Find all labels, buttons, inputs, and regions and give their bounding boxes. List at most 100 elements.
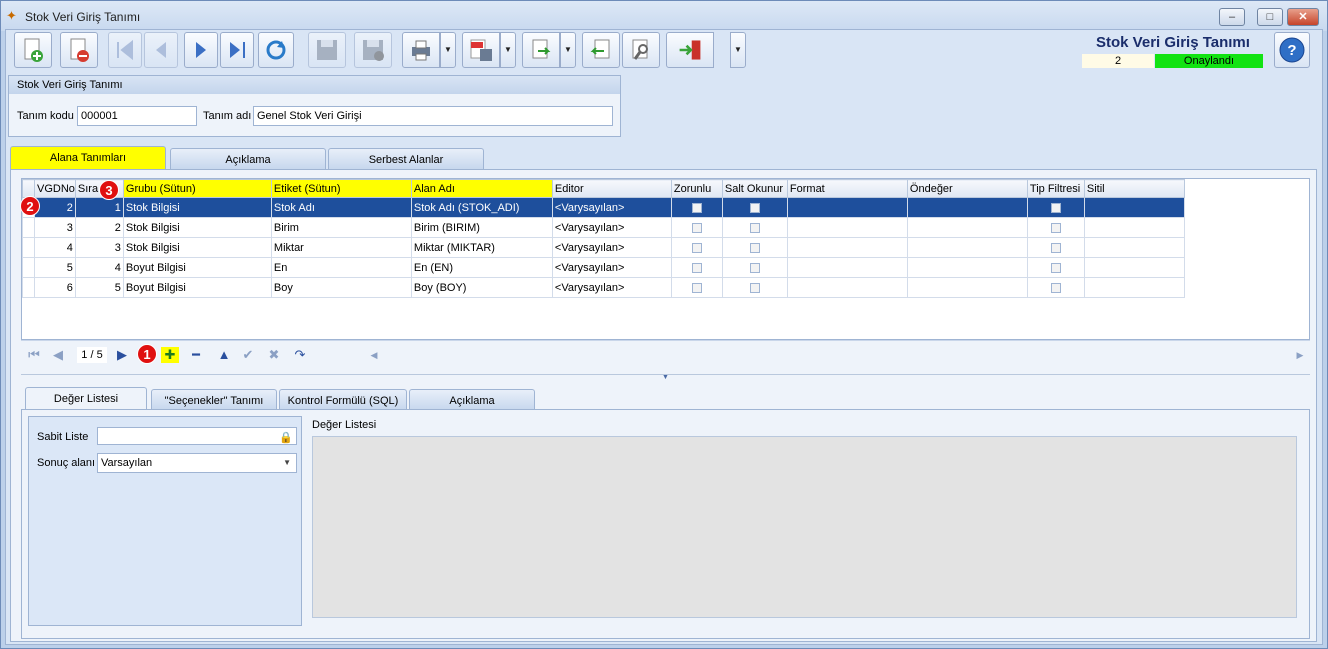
tip-filtresi-checkbox[interactable] [1050, 222, 1061, 233]
cell-tip-filtresi[interactable] [1026, 237, 1085, 258]
nav-redo-icon[interactable]: ↷ [291, 347, 309, 363]
settings-button[interactable] [622, 32, 660, 68]
tip-filtresi-checkbox[interactable] [1050, 202, 1061, 213]
zorunlu-checkbox[interactable] [691, 262, 702, 273]
panel-splitter[interactable]: ▼ [21, 374, 1310, 381]
cell-format[interactable] [786, 257, 908, 278]
value-list-area[interactable] [312, 436, 1297, 618]
print-button[interactable] [402, 32, 440, 68]
col-editor[interactable]: Editor [551, 179, 672, 198]
zorunlu-checkbox[interactable] [691, 282, 702, 293]
cell-editor[interactable]: <Varysayılan> [551, 217, 672, 238]
result-field-select[interactable]: Varsayılan ▼ [97, 453, 297, 473]
tab-options-definition[interactable]: "Seçenekler" Tanımı [151, 389, 277, 411]
first-record-button[interactable] [108, 32, 142, 68]
cell-salt-okunur[interactable] [721, 257, 788, 278]
fixed-list-field[interactable]: 🔒 [97, 427, 297, 445]
scroll-left-icon[interactable]: ◀ [365, 347, 383, 363]
print-dropdown[interactable]: ▼ [440, 32, 456, 68]
cell-salt-okunur[interactable] [721, 217, 788, 238]
col-grubu[interactable]: Grubu (Sütun) [122, 179, 272, 198]
cell-vgdno[interactable]: 5 [34, 257, 76, 278]
table-row[interactable]: 6 5 Boyut Bilgisi Boy Boy (BOY) <Varysay… [22, 277, 1185, 298]
cell-format[interactable] [786, 197, 908, 218]
next-record-button[interactable] [184, 32, 218, 68]
cell-vgdno[interactable]: 4 [34, 237, 76, 258]
cell-ondeger[interactable] [906, 217, 1028, 238]
export-button[interactable] [522, 32, 560, 68]
nav-cancel-icon[interactable]: ✖ [265, 347, 283, 363]
nav-confirm-icon[interactable]: ✔ [239, 347, 257, 363]
zorunlu-checkbox[interactable] [691, 242, 702, 253]
cell-alan-adi[interactable]: Miktar (MIKTAR) [410, 237, 553, 258]
salt-okunur-checkbox[interactable] [749, 242, 760, 253]
cell-sira[interactable]: 1 [74, 197, 124, 218]
export-dropdown[interactable]: ▼ [560, 32, 576, 68]
cell-etiket[interactable]: En [270, 257, 412, 278]
definition-code-field[interactable]: 000001 [77, 106, 197, 126]
cell-zorunlu[interactable] [670, 217, 723, 238]
col-zorunlu[interactable]: Zorunlu [670, 179, 723, 198]
minimize-button[interactable]: – [1219, 8, 1245, 26]
cell-sitil[interactable] [1083, 217, 1185, 238]
nav-add-icon[interactable]: ✚ [161, 347, 179, 363]
save-button[interactable] [308, 32, 346, 68]
cell-alan-adi[interactable]: Stok Adı (STOK_ADI) [410, 197, 553, 218]
table-row[interactable]: 3 2 Stok Bilgisi Birim Birim (BIRIM) <Va… [22, 217, 1185, 238]
cell-vgdno[interactable]: 6 [34, 277, 76, 298]
refresh-button[interactable] [258, 32, 294, 68]
cell-format[interactable] [786, 277, 908, 298]
cell-sitil[interactable] [1083, 237, 1185, 258]
salt-okunur-checkbox[interactable] [749, 282, 760, 293]
cell-editor[interactable]: <Varysayılan> [551, 277, 672, 298]
definition-name-field[interactable]: Genel Stok Veri Girişi [253, 106, 613, 126]
previous-record-button[interactable] [144, 32, 178, 68]
nav-remove-icon[interactable]: ━ [187, 347, 205, 363]
table-row[interactable]: 2 1 Stok Bilgisi Stok Adı Stok Adı (STOK… [22, 197, 1185, 218]
cell-ondeger[interactable] [906, 237, 1028, 258]
cell-ondeger[interactable] [906, 197, 1028, 218]
cell-tip-filtresi[interactable] [1026, 197, 1085, 218]
tab-value-list[interactable]: Değer Listesi [25, 387, 147, 411]
delete-document-button[interactable] [60, 32, 98, 68]
nav-first-icon[interactable]: ⏮ [25, 347, 43, 363]
tab-field-definitions[interactable]: Alana Tanımları [10, 146, 166, 170]
pdf-export-button[interactable] [462, 32, 500, 68]
tip-filtresi-checkbox[interactable] [1050, 282, 1061, 293]
last-record-button[interactable] [220, 32, 254, 68]
cell-alan-adi[interactable]: Boy (BOY) [410, 277, 553, 298]
cell-grubu[interactable]: Stok Bilgisi [122, 237, 272, 258]
maximize-button[interactable]: □ [1257, 8, 1283, 26]
cell-etiket[interactable]: Birim [270, 217, 412, 238]
help-button[interactable]: ? [1274, 32, 1310, 68]
tab-description[interactable]: Açıklama [170, 148, 326, 170]
cell-etiket[interactable]: Boy [270, 277, 412, 298]
close-button[interactable]: ✕ [1287, 8, 1319, 26]
save-close-button[interactable] [354, 32, 392, 68]
salt-okunur-checkbox[interactable] [749, 202, 760, 213]
col-ondeger[interactable]: Öndeğer [906, 179, 1028, 198]
pdf-export-dropdown[interactable]: ▼ [500, 32, 516, 68]
cell-ondeger[interactable] [906, 257, 1028, 278]
cell-sira[interactable]: 3 [74, 237, 124, 258]
cell-editor[interactable]: <Varysayılan> [551, 257, 672, 278]
tab-bottom-description[interactable]: Açıklama [409, 389, 535, 411]
cell-editor[interactable]: <Varysayılan> [551, 237, 672, 258]
tab-control-formula[interactable]: Kontrol Formülü (SQL) [279, 389, 407, 411]
nav-move-up-icon[interactable]: ▲ [215, 347, 233, 363]
cell-editor[interactable]: <Varysayılan> [551, 197, 672, 218]
cell-sira[interactable]: 5 [74, 277, 124, 298]
tab-free-fields[interactable]: Serbest Alanlar [328, 148, 484, 170]
zorunlu-checkbox[interactable] [691, 222, 702, 233]
cell-zorunlu[interactable] [670, 197, 723, 218]
new-document-button[interactable] [14, 32, 52, 68]
cell-tip-filtresi[interactable] [1026, 217, 1085, 238]
cell-salt-okunur[interactable] [721, 197, 788, 218]
cell-salt-okunur[interactable] [721, 277, 788, 298]
cell-tip-filtresi[interactable] [1026, 257, 1085, 278]
cell-sira[interactable]: 4 [74, 257, 124, 278]
import-button[interactable] [582, 32, 620, 68]
cell-sira[interactable]: 2 [74, 217, 124, 238]
exit-button[interactable] [666, 32, 714, 68]
col-salt-okunur[interactable]: Salt Okunur [721, 179, 788, 198]
